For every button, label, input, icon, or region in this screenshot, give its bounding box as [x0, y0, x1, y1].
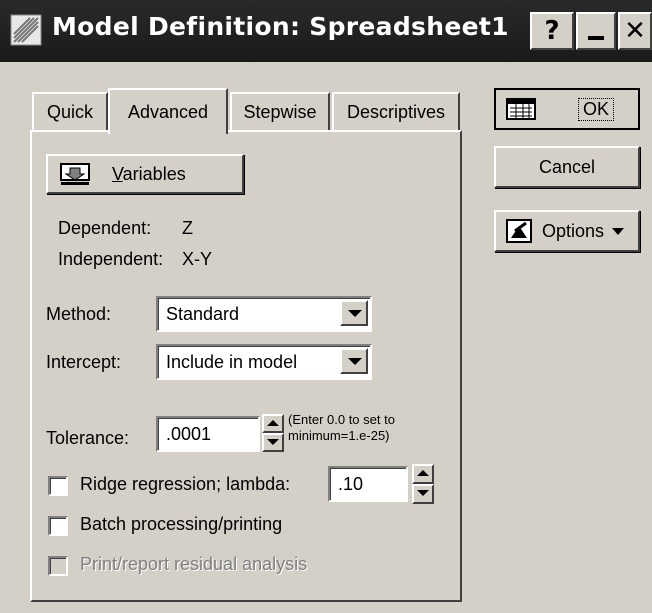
- variables-icon: [60, 163, 90, 185]
- tab-descriptives[interactable]: Descriptives: [332, 92, 460, 130]
- ridge-label: Ridge regression; lambda:: [80, 474, 291, 494]
- spin-up-icon[interactable]: [262, 414, 284, 433]
- minimize-button[interactable]: [576, 12, 616, 50]
- model-definition-dialog: Model Definition: Spreadsheet1 ? ✕ Quick…: [0, 0, 652, 613]
- intercept-value: Include in model: [166, 352, 298, 372]
- spin-down-icon[interactable]: [262, 433, 284, 452]
- tab-stepwise[interactable]: Stepwise: [230, 92, 330, 130]
- lambda-input[interactable]: .10: [328, 466, 408, 502]
- options-button[interactable]: Options: [494, 210, 640, 252]
- tab-advanced[interactable]: Advanced: [108, 88, 228, 134]
- tolerance-spinner[interactable]: [262, 414, 284, 452]
- app-icon: [10, 14, 42, 46]
- window-title: Model Definition: Spreadsheet1: [52, 12, 509, 41]
- intercept-label: Intercept:: [46, 352, 122, 372]
- tolerance-hint: (Enter 0.0 to set to minimum=1.e-25): [288, 412, 395, 443]
- advanced-tab-panel: Variables Dependent: Z Independent: X-Y …: [30, 130, 462, 602]
- chevron-down-icon: [612, 227, 625, 235]
- ok-icon: [506, 98, 536, 120]
- ok-button[interactable]: OK: [494, 88, 640, 130]
- tab-quick[interactable]: Quick: [32, 92, 108, 130]
- residual-checkbox: [48, 556, 68, 576]
- title-bar[interactable]: Model Definition: Spreadsheet1 ? ✕: [0, 0, 652, 62]
- variables-button-label: Variables: [112, 163, 186, 184]
- options-icon: [506, 219, 532, 243]
- spin-down-icon[interactable]: [412, 484, 434, 504]
- minimize-icon: [588, 36, 604, 40]
- tolerance-label: Tolerance:: [46, 428, 130, 448]
- batch-label: Batch processing/printing: [80, 514, 283, 534]
- method-select[interactable]: Standard: [156, 296, 372, 332]
- close-button[interactable]: ✕: [618, 12, 652, 50]
- method-label: Method:: [46, 304, 112, 324]
- tolerance-input[interactable]: .0001: [156, 416, 260, 452]
- intercept-dropdown-icon[interactable]: [340, 348, 368, 374]
- independent-value: X-Y: [182, 249, 213, 269]
- dependent-value: Z: [182, 218, 193, 238]
- tolerance-value: .0001: [166, 424, 212, 444]
- ridge-checkbox[interactable]: [48, 476, 68, 496]
- residual-label: Print/report residual analysis: [80, 554, 308, 574]
- ok-label: OK: [578, 97, 615, 121]
- method-value: Standard: [166, 304, 240, 324]
- cancel-button[interactable]: Cancel: [494, 146, 640, 188]
- lambda-value: .10: [338, 474, 364, 494]
- independent-label: Independent:: [58, 249, 164, 269]
- variables-button[interactable]: Variables: [46, 154, 244, 194]
- help-button[interactable]: ?: [530, 12, 574, 50]
- options-label: Options: [542, 220, 605, 241]
- method-dropdown-icon[interactable]: [340, 300, 368, 326]
- spin-up-icon[interactable]: [412, 464, 434, 484]
- lambda-spinner[interactable]: [412, 464, 434, 504]
- batch-checkbox[interactable]: [48, 516, 68, 536]
- dependent-label: Dependent:: [58, 218, 152, 238]
- intercept-select[interactable]: Include in model: [156, 344, 372, 380]
